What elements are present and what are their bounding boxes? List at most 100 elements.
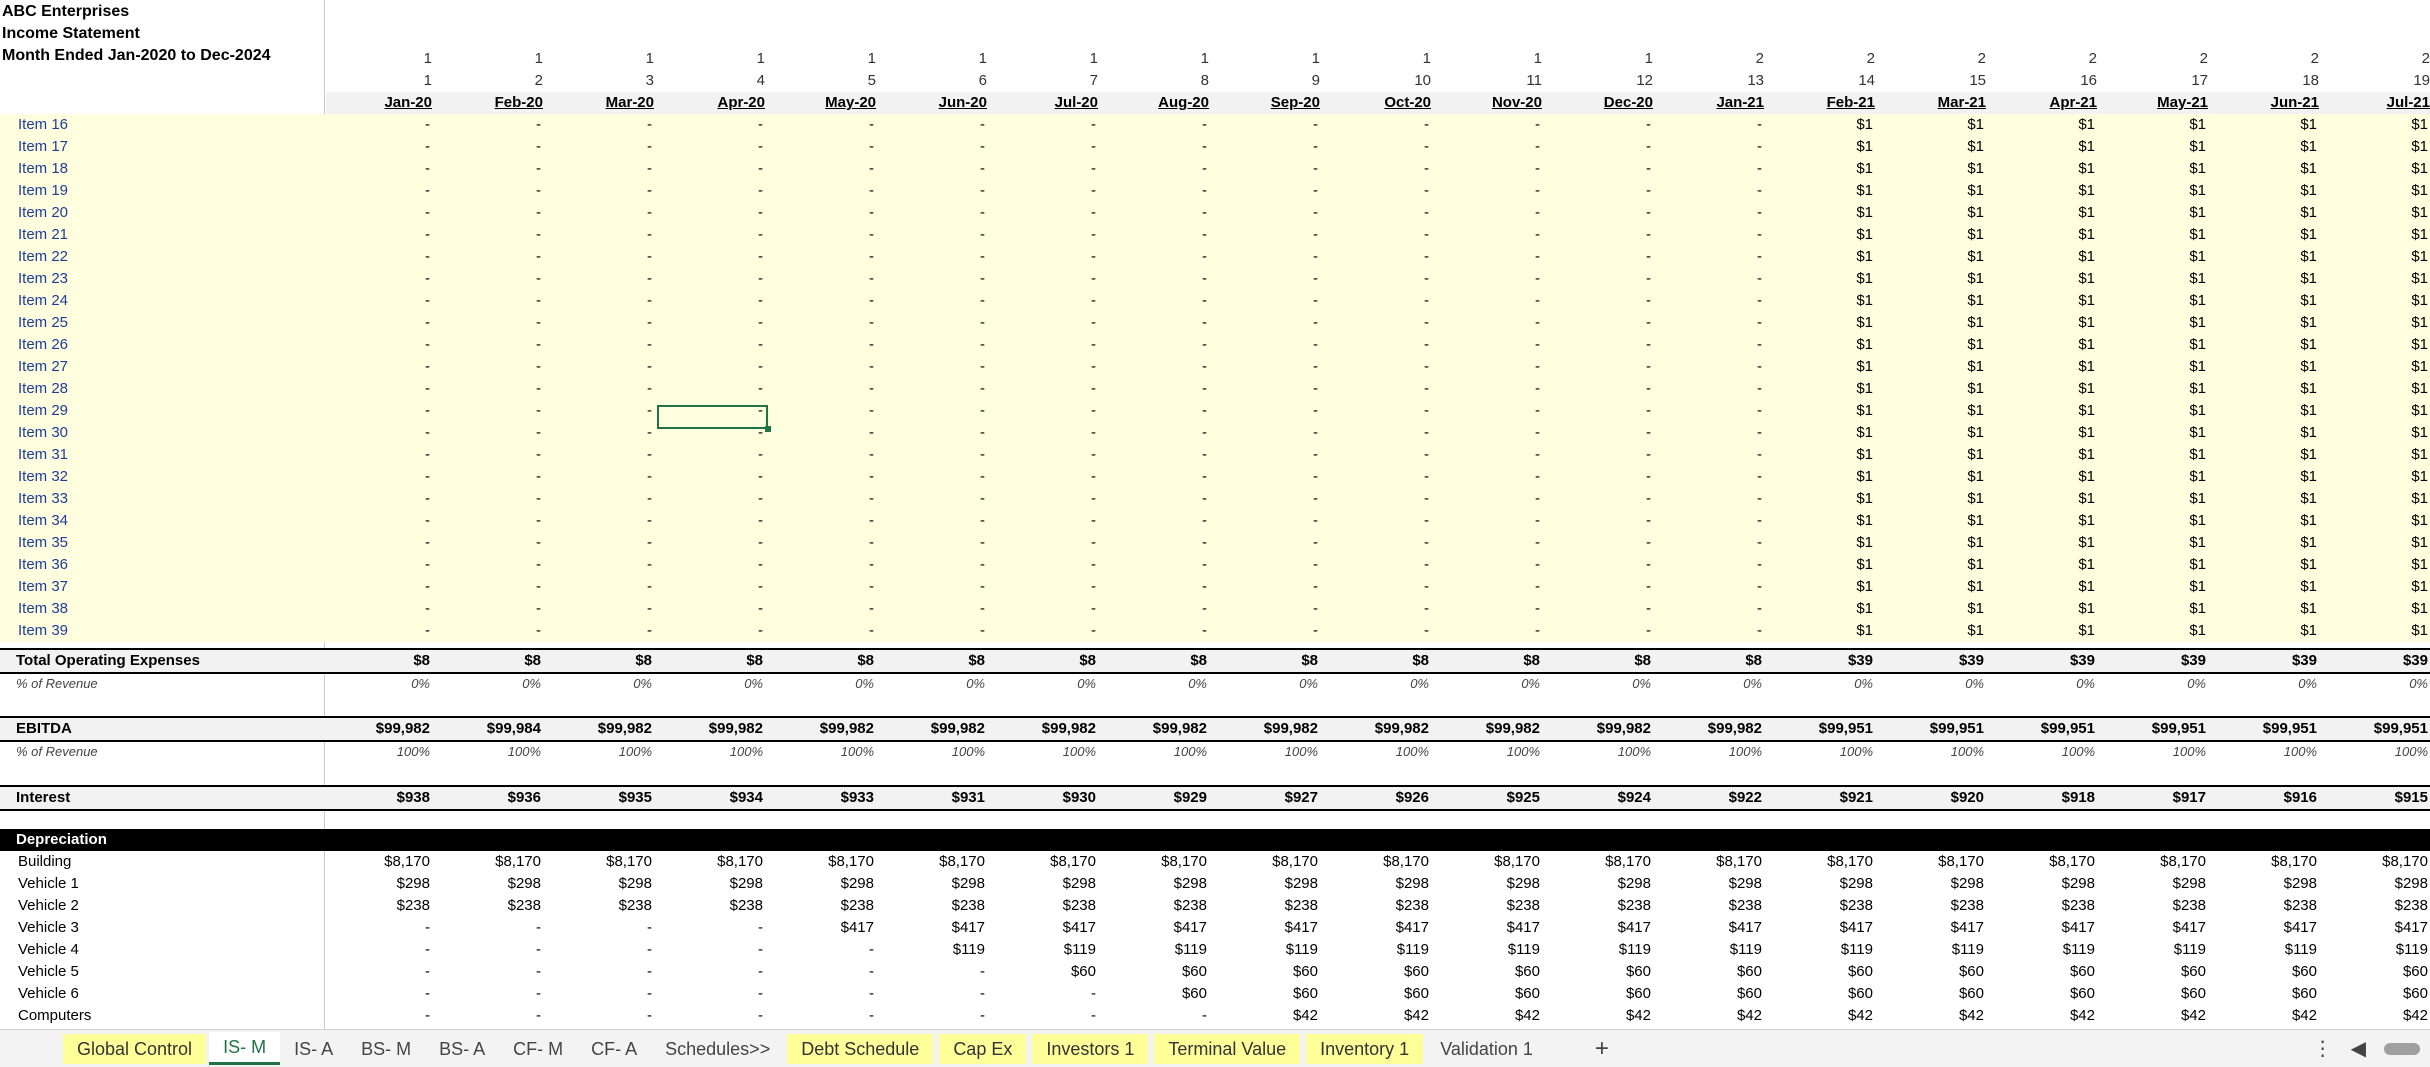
value-cell[interactable]: $1 [2211, 620, 2322, 642]
value-cell[interactable]: $99,982 [768, 718, 879, 740]
value-cell[interactable]: - [324, 246, 435, 268]
value-cell[interactable]: - [990, 1005, 1101, 1027]
row-label[interactable]: EBITDA [0, 718, 324, 740]
value-cell[interactable]: - [657, 532, 768, 554]
value-cell[interactable]: - [1212, 312, 1323, 334]
value-cell[interactable]: - [435, 917, 546, 939]
value-cell[interactable]: - [1656, 268, 1767, 290]
value-cell[interactable]: - [657, 246, 768, 268]
year-number[interactable]: 1 [992, 48, 1103, 70]
value-cell[interactable]: - [990, 312, 1101, 334]
sheet-tab[interactable]: CF- M [499, 1034, 577, 1064]
value-cell[interactable]: - [1323, 400, 1434, 422]
value-cell[interactable]: $298 [435, 873, 546, 895]
value-cell[interactable]: $1 [2100, 400, 2211, 422]
value-cell[interactable]: $8 [1656, 650, 1767, 672]
value-cell[interactable]: $238 [2322, 895, 2430, 917]
row-label[interactable]: Vehicle 2 [0, 895, 324, 917]
value-cell[interactable]: $298 [1989, 873, 2100, 895]
value-cell[interactable]: $1 [1767, 202, 1878, 224]
value-cell[interactable]: $8 [324, 650, 435, 672]
year-number[interactable]: 1 [548, 48, 659, 70]
value-cell[interactable]: $922 [1656, 787, 1767, 809]
period-index[interactable]: 13 [1658, 70, 1769, 92]
value-cell[interactable]: $298 [879, 873, 990, 895]
value-cell[interactable]: - [324, 356, 435, 378]
value-cell[interactable]: $1 [1767, 620, 1878, 642]
month-header[interactable]: Nov-20 [1436, 92, 1547, 114]
value-cell[interactable]: - [990, 983, 1101, 1005]
value-cell[interactable]: - [1101, 620, 1212, 642]
value-cell[interactable]: 100% [1434, 741, 1545, 763]
value-cell[interactable]: - [879, 422, 990, 444]
value-cell[interactable]: - [1101, 488, 1212, 510]
value-cell[interactable]: $1 [2322, 488, 2430, 510]
value-cell[interactable]: $1 [1767, 136, 1878, 158]
period-index[interactable]: 17 [2102, 70, 2213, 92]
period-index[interactable]: 19 [2324, 70, 2430, 92]
value-cell[interactable]: - [546, 356, 657, 378]
value-cell[interactable]: $298 [1323, 873, 1434, 895]
value-cell[interactable]: $1 [1989, 576, 2100, 598]
value-cell[interactable]: $924 [1545, 787, 1656, 809]
value-cell[interactable]: - [1101, 180, 1212, 202]
value-cell[interactable]: $60 [1212, 961, 1323, 983]
value-cell[interactable]: $99,982 [657, 718, 768, 740]
value-cell[interactable]: - [1656, 620, 1767, 642]
value-cell[interactable]: - [1323, 620, 1434, 642]
period-index[interactable]: 3 [548, 70, 659, 92]
value-cell[interactable]: $1 [2211, 158, 2322, 180]
value-cell[interactable]: $1 [2322, 532, 2430, 554]
value-cell[interactable]: $1 [2211, 114, 2322, 136]
value-cell[interactable]: $1 [1767, 422, 1878, 444]
value-cell[interactable]: - [768, 400, 879, 422]
value-cell[interactable]: $934 [657, 787, 768, 809]
value-cell[interactable]: $1 [2100, 202, 2211, 224]
sheet-tab[interactable]: IS- A [280, 1034, 347, 1064]
value-cell[interactable]: - [879, 334, 990, 356]
value-cell[interactable]: - [990, 598, 1101, 620]
value-cell[interactable]: 100% [324, 741, 435, 763]
value-cell[interactable]: - [1212, 224, 1323, 246]
value-cell[interactable]: - [879, 224, 990, 246]
value-cell[interactable]: - [1212, 202, 1323, 224]
value-cell[interactable]: - [1545, 312, 1656, 334]
value-cell[interactable]: $298 [2100, 873, 2211, 895]
value-cell[interactable]: $915 [2322, 787, 2430, 809]
value-cell[interactable]: $1 [1878, 510, 1989, 532]
value-cell[interactable]: $1 [2100, 466, 2211, 488]
value-cell[interactable]: $1 [2211, 202, 2322, 224]
selected-cell[interactable] [657, 405, 768, 429]
year-number[interactable]: 2 [1880, 48, 1991, 70]
value-cell[interactable]: $8,170 [1656, 851, 1767, 873]
sheet-tab[interactable]: Validation 1 [1426, 1034, 1547, 1064]
value-cell[interactable]: $1 [2322, 268, 2430, 290]
value-cell[interactable]: $1 [1989, 620, 2100, 642]
value-cell[interactable]: $119 [2211, 939, 2322, 961]
value-cell[interactable]: - [1434, 114, 1545, 136]
value-cell[interactable]: - [1434, 180, 1545, 202]
value-cell[interactable]: $1 [2100, 488, 2211, 510]
value-cell[interactable]: - [435, 334, 546, 356]
value-cell[interactable]: - [990, 444, 1101, 466]
row-label[interactable]: Item 31 [0, 444, 324, 466]
value-cell[interactable]: $1 [1878, 400, 1989, 422]
value-cell[interactable]: $935 [546, 787, 657, 809]
value-cell[interactable]: $1 [1989, 180, 2100, 202]
value-cell[interactable]: - [546, 939, 657, 961]
value-cell[interactable]: - [546, 378, 657, 400]
value-cell[interactable]: $1 [1767, 576, 1878, 598]
value-cell[interactable]: - [768, 334, 879, 356]
value-cell[interactable]: $1 [1767, 268, 1878, 290]
value-cell[interactable]: 0% [1212, 673, 1323, 695]
value-cell[interactable]: 0% [768, 673, 879, 695]
value-cell[interactable]: - [1434, 378, 1545, 400]
value-cell[interactable]: $238 [1212, 895, 1323, 917]
value-cell[interactable]: - [1212, 136, 1323, 158]
value-cell[interactable]: - [546, 488, 657, 510]
value-cell[interactable]: $298 [1656, 873, 1767, 895]
row-label[interactable]: Item 36 [0, 554, 324, 576]
value-cell[interactable]: $238 [1767, 895, 1878, 917]
value-cell[interactable]: $99,982 [1545, 718, 1656, 740]
value-cell[interactable]: $238 [1545, 895, 1656, 917]
